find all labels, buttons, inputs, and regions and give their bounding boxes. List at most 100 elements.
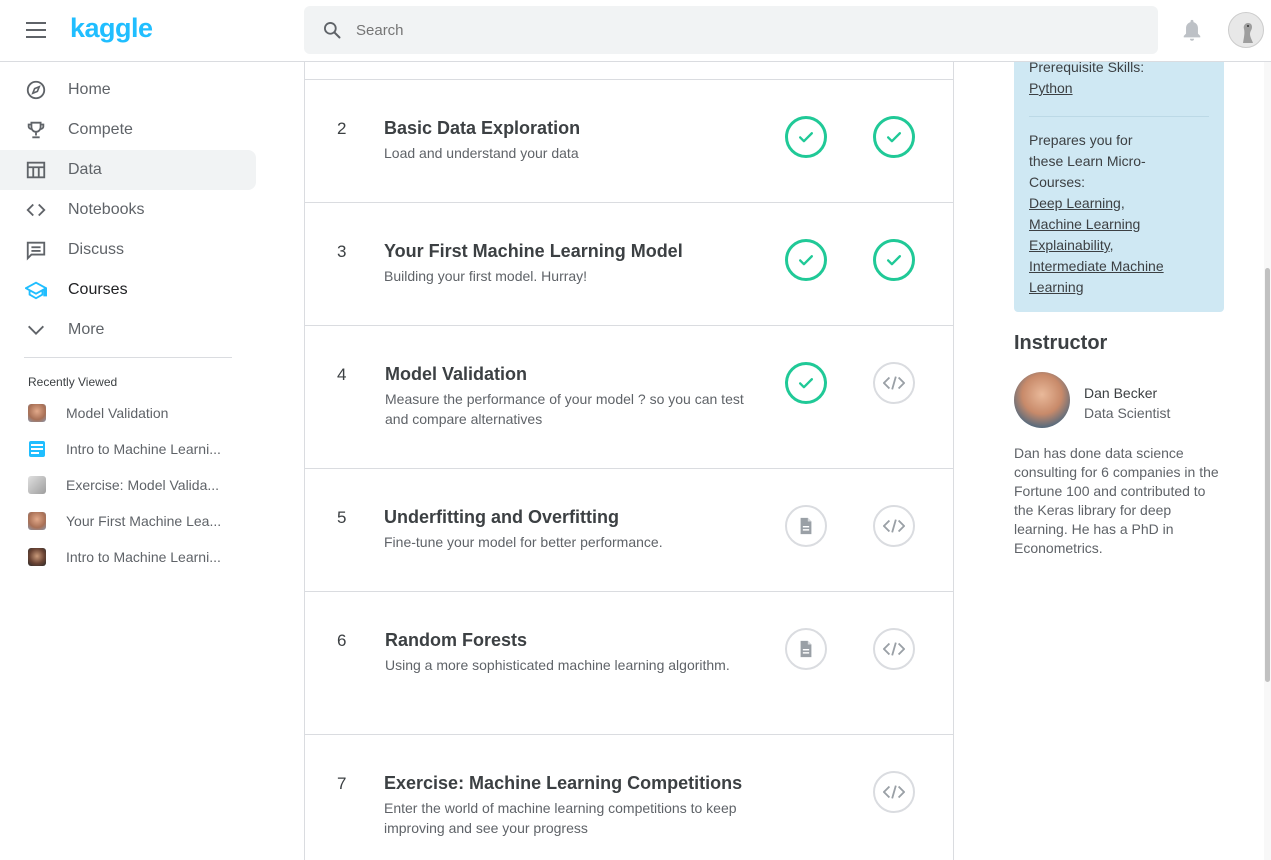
sidebar-item-compete[interactable]: Compete	[0, 110, 256, 150]
exercise-button[interactable]	[873, 628, 915, 670]
course-link-intermediate-ml-2[interactable]: Learning	[1029, 279, 1084, 295]
course-link-ml-explainability[interactable]: Machine Learning	[1029, 216, 1140, 232]
lesson-title[interactable]: Random Forests	[385, 630, 527, 651]
check-icon	[799, 132, 813, 143]
lesson-title[interactable]: Model Validation	[385, 364, 527, 385]
recent-item-label: Model Validation	[66, 405, 169, 421]
recent-item[interactable]: Exercise: Model Valida...	[0, 470, 256, 500]
course-link-row: Intermediate Machine	[1029, 256, 1164, 277]
exercise-button[interactable]	[873, 505, 915, 547]
sidebar-item-label: Data	[68, 161, 102, 178]
recent-item[interactable]: Intro to Machine Learni...	[0, 542, 256, 572]
lesson-title[interactable]: Exercise: Machine Learning Competitions	[384, 773, 742, 794]
lesson-list: 2 Basic Data Exploration Load and unders…	[304, 62, 954, 860]
comment-icon	[26, 241, 46, 261]
code-icon	[883, 376, 905, 390]
course-link-deep-learning[interactable]: Deep Learning	[1029, 195, 1121, 211]
kaggle-logo[interactable]: kaggle	[70, 13, 153, 44]
sidebar-item-more[interactable]: More	[0, 310, 256, 350]
recent-item-label: Intro to Machine Learni...	[66, 549, 221, 565]
document-icon	[800, 517, 812, 535]
user-avatar[interactable]	[1228, 12, 1264, 48]
compass-icon	[26, 80, 46, 100]
lesson-description: Using a more sophisticated machine learn…	[385, 657, 730, 673]
tutorial-button[interactable]	[785, 628, 827, 670]
exercise-complete-button[interactable]	[873, 239, 915, 281]
recent-item-label: Intro to Machine Learni...	[66, 441, 221, 457]
scrollbar-thumb[interactable]	[1265, 268, 1270, 682]
avatar	[28, 404, 46, 422]
prereq-link-python[interactable]: Python	[1029, 80, 1073, 96]
search-bar[interactable]	[304, 6, 1158, 54]
lesson-number: 7	[337, 774, 347, 793]
lesson-description: Building your first model. Hurray!	[384, 268, 588, 284]
sidebar-item-label: Courses	[68, 281, 128, 298]
lesson-row[interactable]: 6 Random Forests Using a more sophistica…	[305, 591, 953, 734]
lesson-description: Fine-tune your model for better performa…	[384, 534, 663, 550]
sidebar-item-label: Notebooks	[68, 201, 145, 218]
sidebar-item-courses[interactable]: Courses	[0, 270, 256, 310]
recent-item[interactable]: Your First Machine Lea...	[0, 506, 256, 536]
sidebar-item-label: Compete	[68, 121, 133, 138]
instructor-bio: Dan has done data science consulting for…	[1014, 445, 1219, 556]
lesson-description: Measure the performance of your model ? …	[385, 391, 744, 427]
sidebar-item-discuss[interactable]: Discuss	[0, 230, 256, 270]
lesson-description: Enter the world of machine learning comp…	[384, 800, 737, 836]
lesson-title[interactable]: Your First Machine Learning Model	[384, 241, 683, 262]
skills-box: Prerequisite Skills: Python Prepares you…	[1014, 59, 1224, 312]
search-icon	[324, 22, 341, 39]
lesson-row[interactable]: 2 Basic Data Exploration Load and unders…	[305, 79, 953, 202]
avatar	[28, 476, 46, 494]
lesson-number: 4	[337, 365, 347, 384]
tutorial-complete-button[interactable]	[785, 362, 827, 404]
code-icon	[883, 642, 905, 656]
code-icon	[883, 519, 905, 533]
exercise-complete-button[interactable]	[873, 116, 915, 158]
prepares-line: these Learn Micro-	[1029, 153, 1146, 169]
sidebar: Home Compete Data Notebooks Discuss Cour…	[0, 62, 256, 860]
sidebar-item-data[interactable]: Data	[0, 150, 256, 190]
recent-item[interactable]: Model Validation	[0, 398, 256, 428]
recent-item-label: Your First Machine Lea...	[66, 513, 222, 529]
lesson-row[interactable]: 7 Exercise: Machine Learning Competition…	[305, 734, 953, 860]
instructor-heading: Instructor	[1014, 332, 1108, 354]
menu-icon[interactable]	[26, 22, 46, 38]
sidebar-item-notebooks[interactable]: Notebooks	[0, 190, 256, 230]
lesson-row[interactable]: 3 Your First Machine Learning Model Buil…	[305, 202, 953, 325]
course-link-ml-explainability-2[interactable]: Explainability	[1029, 237, 1110, 253]
exercise-button[interactable]	[873, 362, 915, 404]
instructor-role: Data Scientist	[1084, 405, 1171, 421]
comma: ,	[1120, 195, 1125, 211]
lesson-title[interactable]: Underfitting and Overfitting	[384, 507, 619, 528]
tutorial-button[interactable]	[785, 505, 827, 547]
instructor-avatar[interactable]	[1014, 372, 1070, 428]
avatar	[28, 548, 46, 566]
sidebar-item-home[interactable]: Home	[0, 70, 256, 110]
sidebar-divider	[24, 357, 232, 358]
graduation-cap-icon	[25, 281, 47, 300]
course-link-row: Machine Learning	[1029, 214, 1140, 235]
lesson-number: 6	[337, 631, 347, 650]
lesson-row[interactable]: 5 Underfitting and Overfitting Fine-tune…	[305, 468, 953, 591]
instructor-name[interactable]: Dan Becker	[1084, 385, 1157, 401]
document-icon	[800, 640, 812, 658]
notebook-icon	[29, 441, 45, 457]
lesson-number: 2	[337, 119, 347, 138]
recent-item[interactable]: Intro to Machine Learni...	[0, 434, 256, 464]
code-icon	[883, 785, 905, 799]
check-icon	[799, 255, 813, 266]
bell-icon[interactable]	[1181, 18, 1203, 42]
sidebar-item-label: Home	[68, 81, 111, 98]
course-link-intermediate-ml[interactable]: Intermediate Machine	[1029, 258, 1164, 274]
page-scrollbar[interactable]	[1264, 62, 1271, 860]
lesson-row[interactable]: 4 Model Validation Measure the performan…	[305, 325, 953, 468]
tutorial-complete-button[interactable]	[785, 239, 827, 281]
lesson-title[interactable]: Basic Data Exploration	[384, 118, 580, 139]
top-bar: kaggle	[0, 0, 1271, 62]
avatar	[28, 512, 46, 530]
sidebar-item-label: More	[68, 321, 105, 338]
search-input[interactable]	[356, 18, 1116, 42]
tutorial-complete-button[interactable]	[785, 116, 827, 158]
comma: ,	[1109, 237, 1114, 253]
exercise-button[interactable]	[873, 771, 915, 813]
